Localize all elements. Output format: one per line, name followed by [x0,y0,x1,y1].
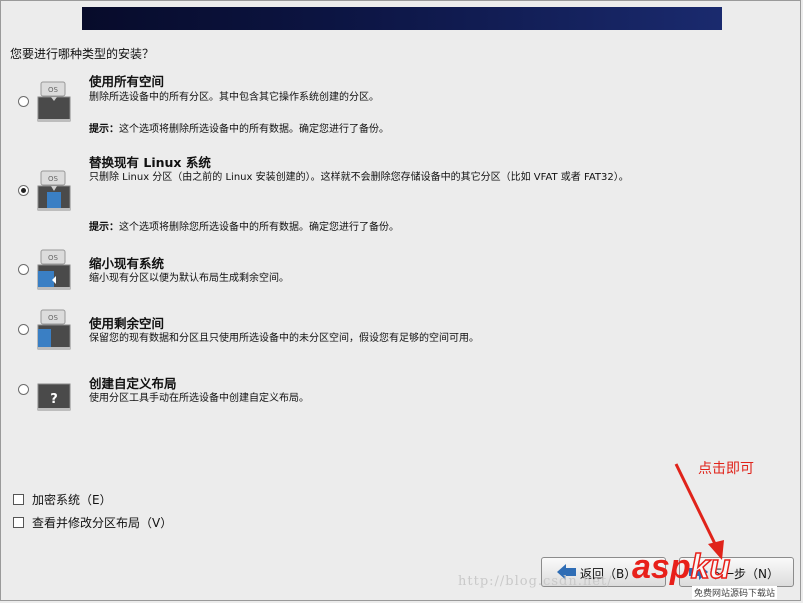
radio-replace-linux[interactable] [18,185,29,196]
disk-label: OS [48,175,59,183]
aspku-logo-subtitle: 免费网站源码下载站 [692,586,778,599]
option-description: 保留您的现有数据和分区且只使用所选设备中的未分区空间，假设您有足够的空间可用。 [89,333,479,344]
option-tip: 提示：这个选项将删除您所选设备中的所有数据。确定您进行了备份。 [89,218,399,233]
aspku-logo: aspku [632,547,731,587]
annotation-arrow [674,463,724,560]
option-tip: 提示：这个选项将删除所选设备中的所有数据。确定您进行了备份。 [89,120,389,135]
disk-label: OS [48,254,59,262]
radio-shrink-system[interactable] [18,264,29,275]
tip-label: 提示： [89,124,119,135]
encrypt-system-checkbox[interactable] [13,494,24,505]
option-description: 使用分区工具手动在所选设备中创建自定义布局。 [89,393,309,404]
disk-label: OS [48,314,59,322]
tip-label: 提示： [89,222,119,233]
option-title: 使用所有空间 [89,74,165,89]
review-layout-checkbox[interactable] [13,517,24,528]
tip-text: 这个选项将删除所选设备中的所有数据。确定您进行了备份。 [119,124,389,135]
option-description: 缩小现有分区以便为默认布局生成剩余空间。 [89,273,289,284]
disk-free-space-icon: OS [37,309,71,350]
option-description: 只删除 Linux 分区（由之前的 Linux 安装创建的）。这样就不会删除您存… [89,172,629,183]
encrypt-system-label[interactable]: 加密系统（E） [32,491,112,508]
blog-watermark: http://blog.csdn.net/ [458,574,613,589]
review-layout-label[interactable]: 查看并修改分区布局（V） [32,514,172,531]
radio-use-all-space[interactable] [18,96,29,107]
question-mark: ? [50,392,58,407]
install-type-question: 您要进行哪种类型的安装？ [10,47,155,61]
radio-custom-layout[interactable] [18,384,29,395]
disk-full-icon: OS [37,81,71,122]
disk-replace-icon: OS [37,170,71,211]
disk-label: OS [48,86,59,94]
disk-custom-icon: ? [37,383,71,411]
logo-ku: ku [690,547,731,587]
disk-shrink-icon: OS [37,249,71,290]
header-banner [82,7,722,30]
logo-asp: asp [632,548,691,586]
option-description: 删除所选设备中的所有分区。其中包含其它操作系统创建的分区。 [89,92,379,103]
tip-text: 这个选项将删除您所选设备中的所有数据。确定您进行了备份。 [119,222,399,233]
radio-use-free-space[interactable] [18,324,29,335]
